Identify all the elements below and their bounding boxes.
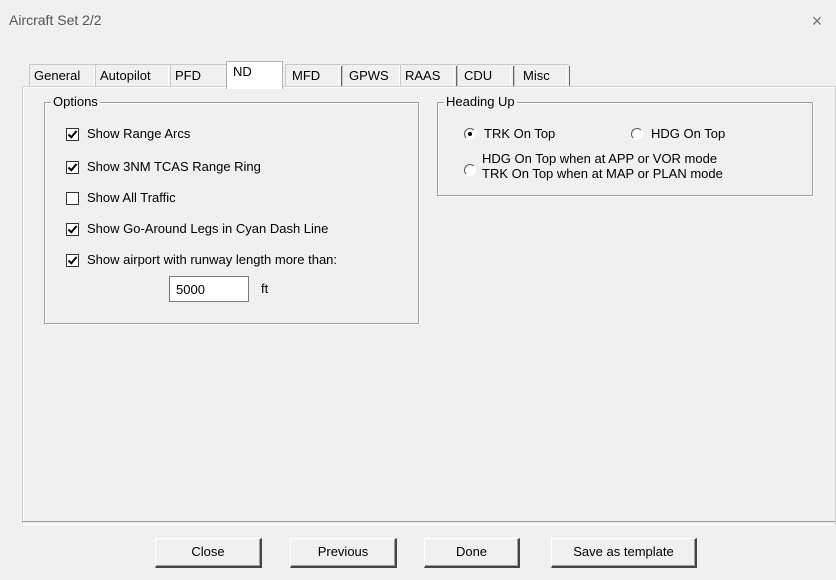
checkbox-box[interactable] [66, 191, 79, 205]
checkbox-box[interactable] [66, 160, 79, 174]
show-airport-runway-checkbox[interactable]: Show airport with runway length more tha… [66, 251, 337, 269]
tab-label: Autopilot [100, 68, 151, 83]
panel-divider [22, 521, 835, 525]
show-tcas-range-ring-checkbox[interactable]: Show 3NM TCAS Range Ring [66, 158, 261, 176]
radio-label: HDG On Top when at APP or VOR mode TRK O… [482, 151, 723, 181]
checkbox-box[interactable] [66, 253, 79, 267]
radio-label: HDG On Top [651, 126, 726, 141]
checkbox-label: Show Go-Around Legs in Cyan Dash Line [87, 221, 329, 236]
done-button[interactable]: Done [424, 538, 520, 568]
trk-on-top-radio[interactable]: TRK On Top [464, 125, 555, 143]
radio-label: TRK On Top [484, 126, 556, 141]
show-go-around-legs-checkbox[interactable]: Show Go-Around Legs in Cyan Dash Line [66, 220, 328, 238]
radio-button[interactable] [464, 164, 476, 176]
close-icon[interactable]: × [808, 12, 826, 30]
tab-label: General [34, 68, 81, 83]
tab-misc[interactable]: Misc [514, 64, 570, 86]
checkbox-label: Show airport with runway length more tha… [87, 252, 338, 267]
tab-panel-nd: Options Show Range Arcs Show 3NM TCAS Ra… [22, 86, 836, 525]
mixed-mode-line2: TRK On Top when at MAP or PLAN mode [482, 166, 723, 181]
previous-button[interactable]: Previous [290, 538, 397, 568]
tab-label: GPWS [349, 68, 389, 83]
tab-label: CDU [464, 68, 493, 83]
tab-mfd[interactable]: MFD [285, 64, 342, 86]
tab-autopilot[interactable]: Autopilot [95, 64, 172, 86]
checkbox-label: Show All Traffic [87, 190, 176, 205]
tab-label: Misc [523, 68, 550, 83]
hdg-on-top-radio[interactable]: HDG On Top [631, 125, 725, 143]
heading-up-group-label: Heading Up [444, 94, 517, 109]
tab-general[interactable]: General [29, 64, 98, 86]
tab-label: MFD [292, 68, 321, 83]
tab-cdu[interactable]: CDU [457, 64, 514, 86]
heading-up-group: Heading Up TRK On Top HDG On Top HDG On … [437, 95, 813, 196]
window-title: Aircraft Set 2/2 [9, 12, 102, 28]
tab-nd[interactable]: ND [226, 61, 283, 89]
tab-label: RAAS [405, 68, 441, 83]
show-all-traffic-checkbox[interactable]: Show All Traffic [66, 189, 176, 207]
runway-length-unit: ft [261, 281, 269, 296]
close-button[interactable]: Close [155, 538, 262, 568]
tab-label: ND [233, 64, 252, 79]
radio-button[interactable] [631, 128, 643, 140]
tab-pfd[interactable]: PFD [170, 64, 231, 86]
checkbox-label: Show Range Arcs [87, 126, 191, 141]
radio-button[interactable] [464, 128, 476, 140]
tab-label: PFD [175, 68, 201, 83]
mixed-mode-line1: HDG On Top when at APP or VOR mode [482, 151, 718, 166]
options-group: Options Show Range Arcs Show 3NM TCAS Ra… [44, 95, 419, 324]
title-bar: Aircraft Set 2/2 × [0, 0, 836, 44]
show-range-arcs-checkbox[interactable]: Show Range Arcs [66, 125, 190, 143]
mixed-heading-mode-radio[interactable]: HDG On Top when at APP or VOR mode TRK O… [464, 149, 723, 183]
checkbox-label: Show 3NM TCAS Range Ring [87, 159, 261, 174]
save-as-template-button[interactable]: Save as template [551, 538, 697, 568]
checkbox-box[interactable] [66, 222, 79, 236]
tab-raas[interactable]: RAAS [400, 64, 457, 86]
runway-length-input[interactable] [169, 276, 249, 302]
checkbox-box[interactable] [66, 127, 79, 141]
options-group-label: Options [51, 94, 100, 109]
tab-gpws[interactable]: GPWS [342, 64, 403, 86]
